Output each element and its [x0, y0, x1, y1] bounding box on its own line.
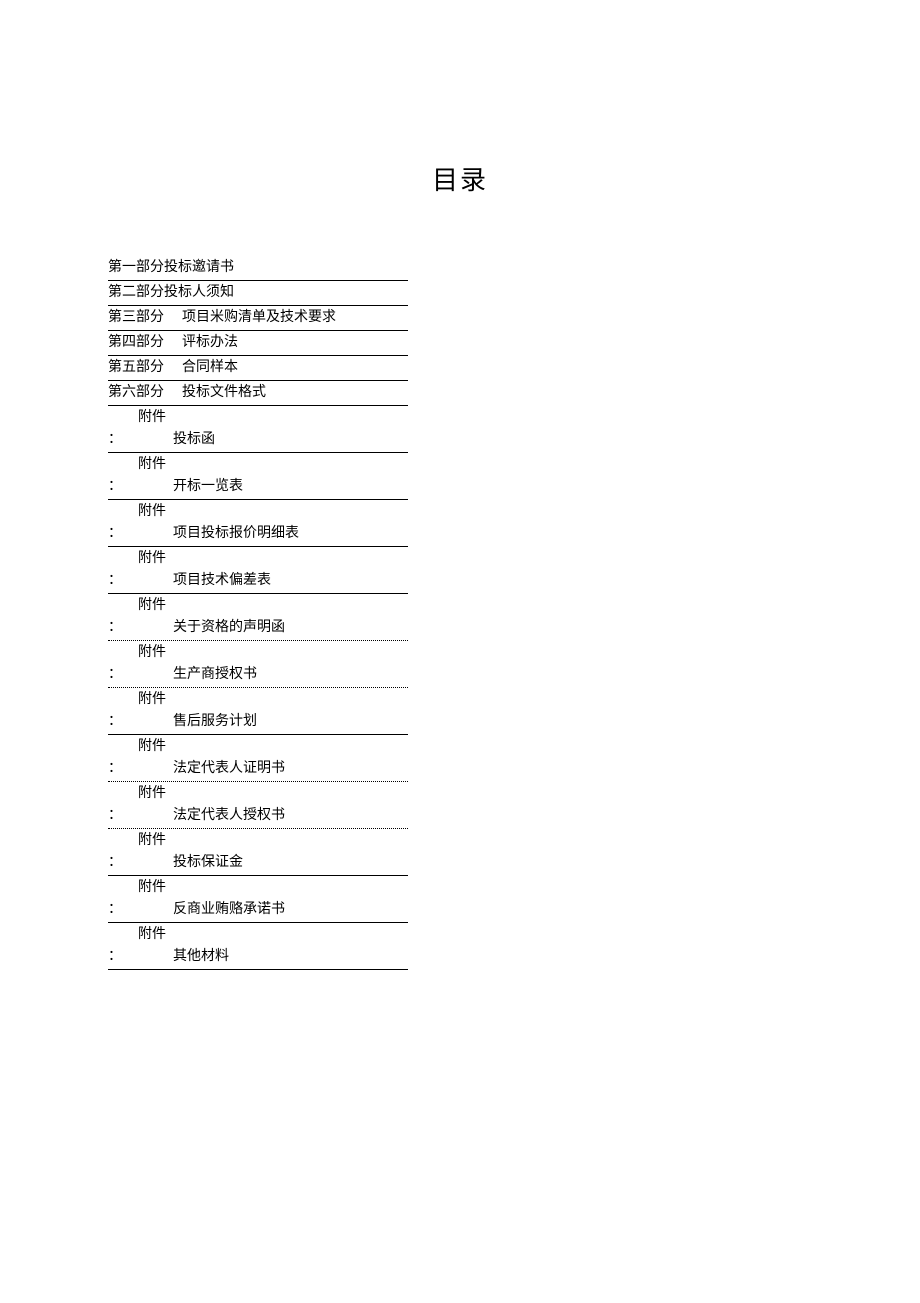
toc-attachment-row: 附件 ： 其他材料 — [108, 924, 408, 970]
attachment-prefix: 附件 — [108, 407, 408, 429]
toc-label: 投标人须知 — [164, 282, 234, 304]
attachment-colon: ： — [108, 899, 173, 921]
toc-attachment-row: 附件 ： 开标一览表 — [108, 454, 408, 500]
attachment-label: 项目投标报价明细表 — [173, 523, 299, 545]
toc-attachment-row: 附件 ： 投标保证金 — [108, 830, 408, 876]
toc-attachment-row: 附件 ： 投标函 — [108, 407, 408, 453]
toc-part: 第二部分 — [108, 282, 164, 304]
attachment-label: 法定代表人授权书 — [173, 805, 285, 827]
attachment-label: 投标函 — [173, 429, 215, 451]
toc-part-row: 第四部分评标办法 — [108, 332, 408, 356]
toc-part-row: 第三部分项目米购清单及技术要求 — [108, 307, 408, 331]
attachment-prefix: 附件 — [108, 877, 408, 899]
toc-attachment-row: 附件 ： 项目技术偏差表 — [108, 548, 408, 594]
attachment-prefix: 附件 — [108, 689, 408, 711]
attachment-colon: ： — [108, 664, 173, 686]
attachment-colon: ： — [108, 758, 173, 780]
toc-part: 第三部分 — [108, 307, 164, 329]
attachment-label: 法定代表人证明书 — [173, 758, 285, 780]
attachment-colon: ： — [108, 711, 173, 733]
toc-part: 第四部分 — [108, 332, 164, 354]
attachment-colon: ： — [108, 429, 173, 451]
attachment-colon: ： — [108, 476, 173, 498]
attachment-prefix: 附件 — [108, 642, 408, 664]
toc-part: 第一部分 — [108, 257, 164, 279]
attachment-prefix: 附件 — [108, 454, 408, 476]
toc-part-row: 第二部分投标人须知 — [108, 282, 408, 306]
attachment-prefix: 附件 — [108, 924, 408, 946]
attachment-colon: ： — [108, 617, 173, 639]
toc-attachment-row: 附件 ： 法定代表人授权书 — [108, 783, 408, 829]
toc-label: 项目米购清单及技术要求 — [182, 307, 336, 329]
attachment-label: 其他材料 — [173, 946, 229, 968]
page-title: 目录 — [0, 160, 920, 197]
attachment-label: 投标保证金 — [173, 852, 243, 874]
toc-label: 投标文件格式 — [182, 382, 266, 404]
toc-attachment-row: 附件 ： 反商业贿赂承诺书 — [108, 877, 408, 923]
toc-attachment-row: 附件 ： 关于资格的声明函 — [108, 595, 408, 641]
attachment-prefix: 附件 — [108, 501, 408, 523]
toc-label: 合同样本 — [182, 357, 238, 379]
attachment-prefix: 附件 — [108, 595, 408, 617]
attachment-colon: ： — [108, 852, 173, 874]
toc-label: 评标办法 — [182, 332, 238, 354]
toc-label: 投标邀请书 — [164, 257, 234, 279]
attachment-label: 项目技术偏差表 — [173, 570, 271, 592]
toc-part-row: 第一部分投标邀请书 — [108, 257, 408, 281]
toc-attachment-row: 附件 ： 项目投标报价明细表 — [108, 501, 408, 547]
toc-part-row: 第五部分合同样本 — [108, 357, 408, 381]
attachment-prefix: 附件 — [108, 783, 408, 805]
toc-attachment-row: 附件 ： 生产商授权书 — [108, 642, 408, 688]
toc-attachment-row: 附件 ： 售后服务计划 — [108, 689, 408, 735]
attachment-label: 反商业贿赂承诺书 — [173, 899, 285, 921]
attachment-prefix: 附件 — [108, 830, 408, 852]
attachment-label: 售后服务计划 — [173, 711, 257, 733]
attachment-colon: ： — [108, 523, 173, 545]
attachment-colon: ： — [108, 946, 173, 968]
attachment-prefix: 附件 — [108, 736, 408, 758]
attachment-label: 关于资格的声明函 — [173, 617, 285, 639]
toc-part-row: 第六部分投标文件格式 — [108, 382, 408, 406]
toc-part: 第六部分 — [108, 382, 164, 404]
attachment-colon: ： — [108, 570, 173, 592]
toc-part: 第五部分 — [108, 357, 164, 379]
toc-attachment-row: 附件 ： 法定代表人证明书 — [108, 736, 408, 782]
attachment-label: 开标一览表 — [173, 476, 243, 498]
attachment-label: 生产商授权书 — [173, 664, 257, 686]
attachment-colon: ： — [108, 805, 173, 827]
table-of-contents: 第一部分投标邀请书 第二部分投标人须知 第三部分项目米购清单及技术要求 第四部分… — [108, 257, 408, 970]
attachment-prefix: 附件 — [108, 548, 408, 570]
